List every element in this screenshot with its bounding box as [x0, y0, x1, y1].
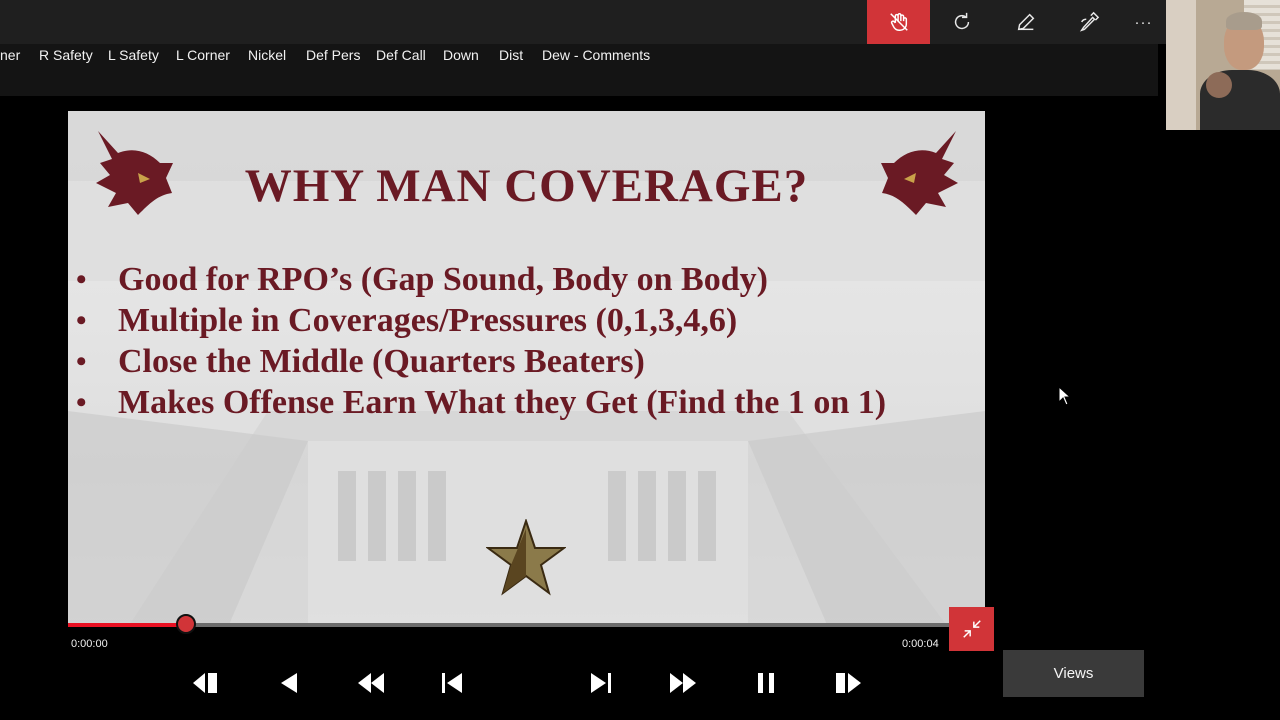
slide-bullet-list: Good for RPO’s (Gap Sound, Body on Body)… [76, 259, 886, 423]
slide-title: WHY MAN COVERAGE? [244, 160, 809, 212]
skip-back-frame-icon [193, 673, 217, 693]
column-header[interactable]: Nickel [248, 47, 286, 63]
current-time: 0:00:00 [71, 638, 108, 650]
next-button[interactable] [585, 668, 617, 698]
top-toolbar: ··· [0, 0, 1166, 44]
fast-forward-button[interactable] [667, 668, 699, 698]
slide-bullet: Makes Offense Earn What they Get (Find t… [76, 382, 886, 423]
slide-bullet: Close the Middle (Quarters Beaters) [76, 341, 886, 382]
column-header[interactable]: R Safety [39, 47, 93, 63]
previous-button[interactable] [436, 668, 468, 698]
column-header[interactable]: Def Pers [306, 47, 360, 63]
redo-icon [954, 12, 969, 30]
slide-bullet: Multiple in Coverages/Pressures (0,1,3,4… [76, 300, 886, 341]
column-header[interactable]: Def Call [376, 47, 426, 63]
timeline-progress [68, 623, 187, 627]
pen-icon [1017, 13, 1034, 31]
rewind-button[interactable] [355, 668, 387, 698]
touch-hand-icon [889, 13, 908, 31]
mouse-cursor-icon [1058, 386, 1072, 406]
redo-button[interactable] [930, 0, 993, 44]
more-icon: ··· [1134, 13, 1153, 31]
exit-fullscreen-button[interactable] [949, 607, 994, 651]
total-time: 0:00:04 [902, 638, 939, 650]
column-header[interactable]: L Safety [108, 47, 159, 63]
touch-hand-button[interactable] [867, 0, 930, 44]
previous-icon [442, 673, 462, 693]
next-icon [591, 673, 611, 693]
pen-button[interactable] [994, 0, 1057, 44]
slide-bullet: Good for RPO’s (Gap Sound, Body on Body) [76, 259, 886, 300]
step-forward-button[interactable] [832, 668, 864, 698]
skip-back-frame-button[interactable] [190, 668, 222, 698]
column-header[interactable]: ner [0, 47, 20, 63]
views-button[interactable]: Views [1003, 650, 1144, 697]
presentation-slide: WHY MAN COVERAGE? Good for RPO’s (Gap So… [68, 111, 985, 627]
rewind-icon [358, 673, 384, 693]
pause-button[interactable] [750, 668, 782, 698]
step-back-button[interactable] [272, 668, 304, 698]
marker-icon [1079, 11, 1099, 32]
playback-timeline[interactable] [68, 614, 985, 634]
star-logo-icon [486, 519, 566, 596]
column-header-strip: ner R Safety L Safety L Corner Nickel De… [0, 44, 1158, 96]
step-forward-icon [836, 673, 861, 693]
column-header[interactable]: Down [443, 47, 479, 63]
timeline-scrubber[interactable] [176, 614, 197, 634]
step-back-icon [281, 673, 297, 693]
webcam-video [1166, 0, 1280, 130]
pause-icon [758, 673, 774, 693]
column-header[interactable]: L Corner [176, 47, 230, 63]
column-header[interactable]: Dist [499, 47, 523, 63]
fast-forward-icon [670, 673, 696, 693]
collapse-icon [962, 620, 981, 638]
column-header[interactable]: Dew - Comments [542, 47, 650, 63]
marker-button[interactable] [1057, 0, 1120, 44]
